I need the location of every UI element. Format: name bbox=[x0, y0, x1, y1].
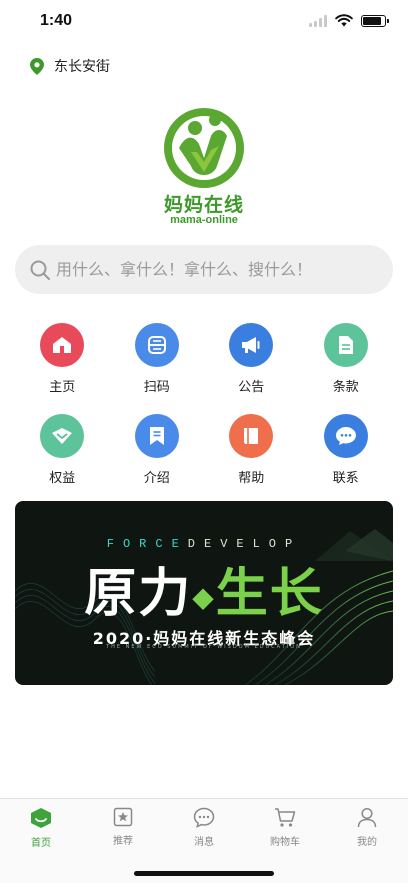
book-icon bbox=[244, 428, 259, 444]
grid-icon-bg bbox=[40, 323, 85, 367]
grid-icon-bg bbox=[323, 323, 368, 367]
logo-title-cn: 妈妈在线 bbox=[163, 194, 244, 216]
wifi-icon bbox=[335, 14, 353, 27]
tab-recommend[interactable]: 推荐 bbox=[93, 807, 153, 847]
status-bar: 1:40 bbox=[0, 0, 408, 44]
banner-force-develop: FORCEDEVELOP bbox=[15, 537, 393, 551]
battery-icon bbox=[361, 14, 389, 27]
location-pin-icon bbox=[30, 57, 44, 75]
megaphone-icon bbox=[242, 337, 260, 353]
grid-item-help[interactable]: 帮助 bbox=[204, 414, 299, 486]
battery-fill bbox=[363, 16, 381, 25]
gift-icon bbox=[52, 428, 73, 444]
grid-label: 帮助 bbox=[238, 471, 265, 486]
location-selector[interactable]: 东长安街 bbox=[30, 56, 110, 76]
banner-headline-dot: ◆ bbox=[192, 580, 216, 614]
grid-item-notice[interactable]: 公告 bbox=[204, 323, 299, 395]
grid-item-intro[interactable]: 介绍 bbox=[110, 414, 205, 486]
home-indicator bbox=[134, 871, 274, 876]
mama-online-emblem-icon bbox=[164, 108, 244, 188]
status-time: 1:40 bbox=[40, 12, 73, 29]
grid-item-home[interactable]: 主页 bbox=[15, 323, 110, 395]
tab-profile[interactable]: 我的 bbox=[337, 807, 397, 848]
search-icon bbox=[30, 260, 50, 280]
grid-label: 介绍 bbox=[143, 471, 170, 486]
chat-icon bbox=[335, 427, 356, 445]
tab-message[interactable]: 消息 bbox=[174, 807, 234, 848]
document-icon bbox=[338, 336, 353, 354]
recommend-tab-icon bbox=[113, 807, 133, 827]
grid-label: 权益 bbox=[49, 471, 76, 486]
cart-tab-icon bbox=[275, 808, 296, 827]
grid-label: 主页 bbox=[49, 380, 76, 395]
promo-banner[interactable]: FORCEDEVELOP 原力◆生长 2020·妈妈在线新生态峰会 THE NE… bbox=[15, 501, 393, 685]
grid-label: 公告 bbox=[238, 380, 265, 395]
scan-icon bbox=[147, 336, 166, 354]
location-label: 东长安街 bbox=[54, 59, 110, 75]
banner-english: THE NEW ECO SUMMIT OF WISDOM EDUCATION bbox=[106, 644, 302, 650]
tab-cart[interactable]: 购物车 bbox=[255, 807, 315, 848]
grid-icon-bg bbox=[229, 323, 274, 367]
banner-force-word: FORCE bbox=[106, 537, 188, 551]
search-bar[interactable] bbox=[15, 245, 393, 294]
tab-label: 我的 bbox=[357, 837, 377, 848]
grid-item-scan[interactable]: 扫码 bbox=[110, 323, 205, 395]
logo-title-en: mama-online bbox=[170, 214, 238, 226]
home-tab-icon bbox=[31, 808, 51, 828]
grid-label: 扫码 bbox=[143, 380, 170, 395]
bookmark-icon bbox=[149, 427, 164, 445]
tab-label: 购物车 bbox=[270, 837, 300, 848]
grid-label: 联系 bbox=[332, 471, 359, 486]
status-icons bbox=[309, 14, 389, 27]
grid-label: 条款 bbox=[332, 380, 359, 395]
banner-headline: 原力◆生长 bbox=[15, 551, 393, 626]
grid-item-rights[interactable]: 权益 bbox=[15, 414, 110, 486]
profile-tab-icon bbox=[357, 807, 377, 828]
banner-develop-word: DEVELOP bbox=[187, 537, 302, 551]
tab-label: 首页 bbox=[31, 838, 51, 849]
grid-icon-bg bbox=[323, 414, 368, 458]
grid-item-contact[interactable]: 联系 bbox=[299, 414, 394, 486]
grid-icon-bg bbox=[134, 414, 179, 458]
grid-item-terms[interactable]: 条款 bbox=[299, 323, 394, 395]
grid-icon-bg bbox=[40, 414, 85, 458]
tab-bar: 首页 推荐 消息 购物车 我的 bbox=[0, 798, 408, 883]
tab-label: 推荐 bbox=[113, 836, 133, 847]
banner-headline-left: 原力 bbox=[84, 564, 193, 624]
home-icon bbox=[53, 337, 72, 353]
message-tab-icon bbox=[193, 807, 215, 828]
app-logo: 妈妈在线 mama-online bbox=[161, 106, 247, 228]
signal-icon bbox=[309, 14, 327, 27]
grid-icon-bg bbox=[134, 323, 179, 367]
shortcut-grid: 主页 扫码 公告 条款 权益 介绍 帮助 联系 bbox=[15, 323, 393, 486]
banner-headline-right: 生长 bbox=[215, 564, 324, 624]
search-input[interactable] bbox=[56, 260, 376, 279]
tab-label: 消息 bbox=[194, 837, 214, 848]
tab-home[interactable]: 首页 bbox=[11, 807, 71, 849]
grid-icon-bg bbox=[229, 414, 274, 458]
